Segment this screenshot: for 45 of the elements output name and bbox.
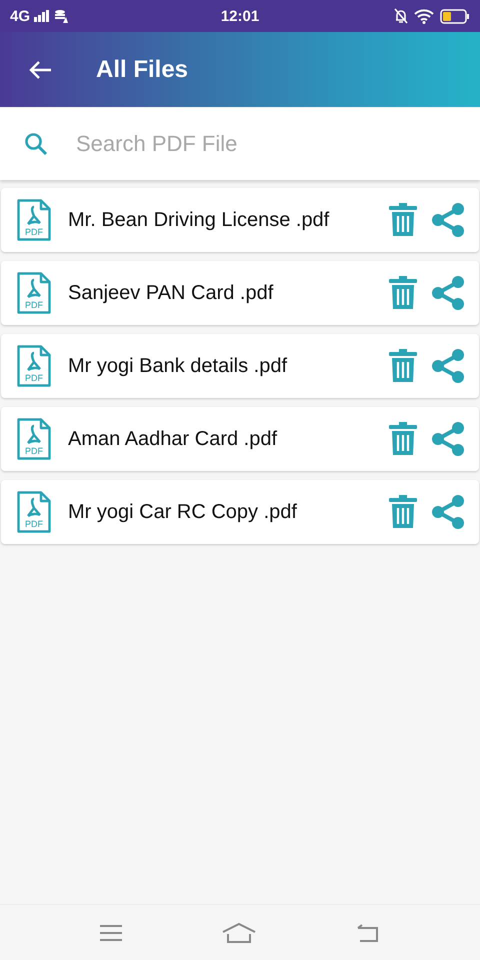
file-name: Mr yogi Car RC Copy .pdf <box>68 500 298 524</box>
delete-button[interactable] <box>389 494 417 530</box>
file-item[interactable]: PDF Mr yogi Bank details .pdf <box>1 334 479 398</box>
share-button[interactable] <box>431 203 465 237</box>
back-arrow-icon <box>28 60 52 80</box>
share-button[interactable] <box>431 349 465 383</box>
file-item[interactable]: PDF Sanjeev PAN Card .pdf <box>1 261 479 325</box>
search-input[interactable]: Search PDF File <box>74 130 456 158</box>
share-icon <box>431 495 465 529</box>
trash-icon <box>389 494 417 530</box>
muted-bell-icon <box>394 8 408 24</box>
file-name: Sanjeev PAN Card .pdf <box>68 282 274 304</box>
screen-title: All Files <box>96 56 188 84</box>
delete-button[interactable] <box>389 421 417 457</box>
delete-button[interactable] <box>389 348 417 384</box>
clock: 12:01 <box>220 8 260 24</box>
share-button[interactable] <box>431 276 465 310</box>
delete-button[interactable] <box>389 202 417 238</box>
file-name: Mr yogi Bank details .pdf <box>68 354 288 378</box>
search-icon <box>24 132 48 156</box>
file-item[interactable]: PDF Mr yogi Car RC Copy .pdf <box>1 480 479 544</box>
network-label: 4G <box>10 8 30 24</box>
share-icon <box>431 422 465 456</box>
share-button[interactable] <box>431 422 465 456</box>
file-name: Mr. Bean Driving License .pdf <box>68 208 330 232</box>
menu-icon <box>99 924 124 942</box>
share-icon <box>431 203 465 237</box>
trash-icon <box>389 202 417 238</box>
search-field[interactable]: Search PDF File <box>0 108 480 180</box>
trash-icon <box>389 348 417 384</box>
return-icon <box>354 922 381 942</box>
trash-icon <box>389 421 417 457</box>
battery-icon <box>440 8 470 24</box>
file-name: Aman Aadhar Card .pdf <box>68 428 278 450</box>
data-icon <box>54 9 68 23</box>
share-button[interactable] <box>431 495 465 529</box>
share-icon <box>431 276 465 310</box>
signal-icon <box>34 10 50 22</box>
file-item[interactable]: PDF Aman Aadhar Card .pdf <box>1 407 479 471</box>
wifi-icon <box>414 8 434 24</box>
share-icon <box>431 349 465 383</box>
home-icon <box>222 922 256 944</box>
trash-icon <box>389 275 417 311</box>
delete-button[interactable] <box>389 275 417 311</box>
file-item[interactable]: PDF Mr. Bean Driving License .pdf <box>1 188 479 252</box>
